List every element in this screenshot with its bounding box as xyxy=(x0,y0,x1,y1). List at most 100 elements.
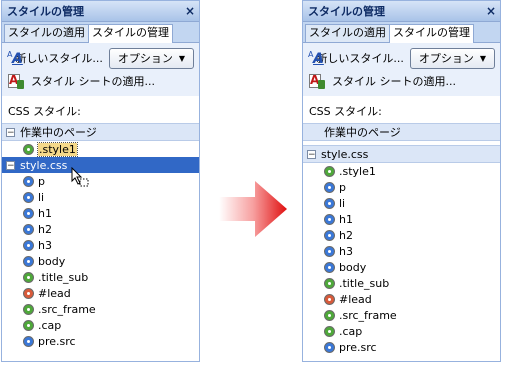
collapse-toggle-icon[interactable]: − xyxy=(6,127,15,137)
style-label: pre.src xyxy=(339,340,377,354)
style-list-item[interactable]: .style1 xyxy=(303,163,500,179)
options-button-label: オプション xyxy=(418,52,474,65)
style-green-icon xyxy=(324,165,335,177)
style-label: p xyxy=(339,180,346,194)
style-green-icon xyxy=(324,309,335,321)
panel-titlebar: スタイルの管理 × xyxy=(2,1,199,22)
style-blue-icon xyxy=(23,175,34,187)
style-list-item[interactable]: pre.src xyxy=(303,339,500,355)
style-list-item[interactable]: #lead xyxy=(303,291,500,307)
tab-manage-styles[interactable]: スタイルの管理 xyxy=(389,24,474,43)
style-label: body xyxy=(339,260,367,274)
group-label: style.css xyxy=(20,158,68,172)
drag-cursor-icon xyxy=(71,167,89,187)
tab-manage-styles[interactable]: スタイルの管理 xyxy=(88,24,173,43)
style-list-item[interactable]: .title_sub xyxy=(2,269,199,285)
css-styles-label: CSS スタイル: xyxy=(303,96,500,123)
style-list-item[interactable]: pre.src xyxy=(2,333,199,349)
tab-apply-styles[interactable]: スタイルの適用 xyxy=(305,24,390,42)
manage-styles-panel-before: スタイルの管理 × スタイルの適用 スタイルの管理 AA 新しいスタイル... … xyxy=(1,0,200,362)
style-blue-icon xyxy=(23,335,34,347)
style-label: pre.src xyxy=(38,334,76,348)
style-label: .title_sub xyxy=(339,276,390,290)
css-styles-label: CSS スタイル: xyxy=(2,96,199,123)
collapse-toggle-icon[interactable]: − xyxy=(6,160,15,170)
style-list-item[interactable]: body xyxy=(2,253,199,269)
manage-styles-panel-after: スタイルの管理 × スタイルの適用 スタイルの管理 AA 新しいスタイル... … xyxy=(302,0,501,362)
style-list-item[interactable]: li xyxy=(303,195,500,211)
style-label: .src_frame xyxy=(38,302,96,316)
style-label: .style1 xyxy=(37,141,78,157)
tab-strip: スタイルの適用 スタイルの管理 xyxy=(303,22,500,43)
new-style-icon: AA xyxy=(7,50,23,67)
style-label: h2 xyxy=(38,222,52,236)
style-green-icon xyxy=(23,319,34,331)
style-label: h1 xyxy=(38,206,52,220)
options-button[interactable]: オプション ▼ xyxy=(108,47,194,69)
style-label: h3 xyxy=(38,238,52,252)
style-blue-icon xyxy=(23,255,34,267)
toolbar-area: AA 新しいスタイル... オプション ▼ A スタイル シートの適用... xyxy=(2,43,199,96)
style-green-icon xyxy=(23,271,34,283)
style-label: .src_frame xyxy=(339,308,397,322)
style-list-item[interactable]: #lead xyxy=(2,285,199,301)
style-blue-icon xyxy=(324,213,335,225)
group-label: 作業中のページ xyxy=(20,126,97,139)
style-label: .cap xyxy=(339,324,363,338)
style-list-item[interactable]: p xyxy=(2,173,199,189)
style-blue-icon xyxy=(324,261,335,273)
group-current-page[interactable]: − 作業中のページ xyxy=(2,123,199,141)
style-list-item[interactable]: h3 xyxy=(2,237,199,253)
tab-apply-styles[interactable]: スタイルの適用 xyxy=(4,24,89,42)
style-label: body xyxy=(38,254,66,268)
style-blue-icon xyxy=(23,223,34,235)
tab-strip: スタイルの適用 スタイルの管理 xyxy=(2,22,199,43)
group-stylesheet[interactable]: − style.css xyxy=(2,157,199,173)
dropdown-arrow-icon: ▼ xyxy=(479,53,486,63)
dropdown-arrow-icon: ▼ xyxy=(178,53,185,63)
close-icon[interactable]: × xyxy=(185,4,195,18)
style-red-icon xyxy=(23,287,34,299)
collapse-toggle-icon[interactable]: − xyxy=(307,149,316,159)
style-list-item[interactable]: h1 xyxy=(2,205,199,221)
attach-stylesheet-icon: A xyxy=(7,73,25,90)
style-label: .style1 xyxy=(339,164,376,178)
style-label: .title_sub xyxy=(38,270,89,284)
panel-title: スタイルの管理 xyxy=(7,5,84,18)
group-stylesheet[interactable]: − style.css xyxy=(303,145,500,163)
close-icon[interactable]: × xyxy=(486,4,496,18)
style-list-item[interactable]: .cap xyxy=(303,323,500,339)
style-green-icon xyxy=(23,303,34,315)
new-style-link[interactable]: 新しいスタイル... xyxy=(15,50,103,66)
panel-titlebar: スタイルの管理 × xyxy=(303,1,500,22)
style-blue-icon xyxy=(23,239,34,251)
style-list-item[interactable]: h2 xyxy=(303,227,500,243)
style-green-icon xyxy=(324,277,335,289)
style-list-item[interactable]: .cap xyxy=(2,317,199,333)
group-label: 作業中のページ xyxy=(324,126,401,139)
transition-arrow-icon xyxy=(219,181,287,237)
attach-stylesheet-link[interactable]: スタイル シートの適用... xyxy=(31,73,155,89)
style-green-icon xyxy=(23,143,34,155)
style-list-item[interactable]: h2 xyxy=(2,221,199,237)
style-label: li xyxy=(38,190,45,204)
style-list-item[interactable]: p xyxy=(303,179,500,195)
group-current-page[interactable]: 作業中のページ xyxy=(303,123,500,141)
style-list-item[interactable]: h1 xyxy=(303,211,500,227)
style-label: h3 xyxy=(339,244,353,258)
style-red-icon xyxy=(324,293,335,305)
attach-stylesheet-link[interactable]: スタイル シートの適用... xyxy=(332,73,456,89)
new-style-icon: AA xyxy=(308,50,324,67)
style-list-item[interactable]: body xyxy=(303,259,500,275)
style-list-item[interactable]: .title_sub xyxy=(303,275,500,291)
style-list-item[interactable]: .src_frame xyxy=(2,301,199,317)
new-style-link[interactable]: 新しいスタイル... xyxy=(316,50,404,66)
css-styles-list: 作業中のページ − style.css .style1 p li h1 h2 h3 body… xyxy=(303,123,500,355)
style-list-item[interactable]: li xyxy=(2,189,199,205)
options-button[interactable]: オプション ▼ xyxy=(409,47,495,69)
style-list-item[interactable]: .src_frame xyxy=(303,307,500,323)
css-styles-list: − 作業中のページ .style1 − style.css p li h1 h2 h3 b… xyxy=(2,123,199,349)
style-list-item[interactable]: .style1 xyxy=(2,141,199,157)
style-list-item[interactable]: h3 xyxy=(303,243,500,259)
options-button-label: オプション xyxy=(117,52,173,65)
